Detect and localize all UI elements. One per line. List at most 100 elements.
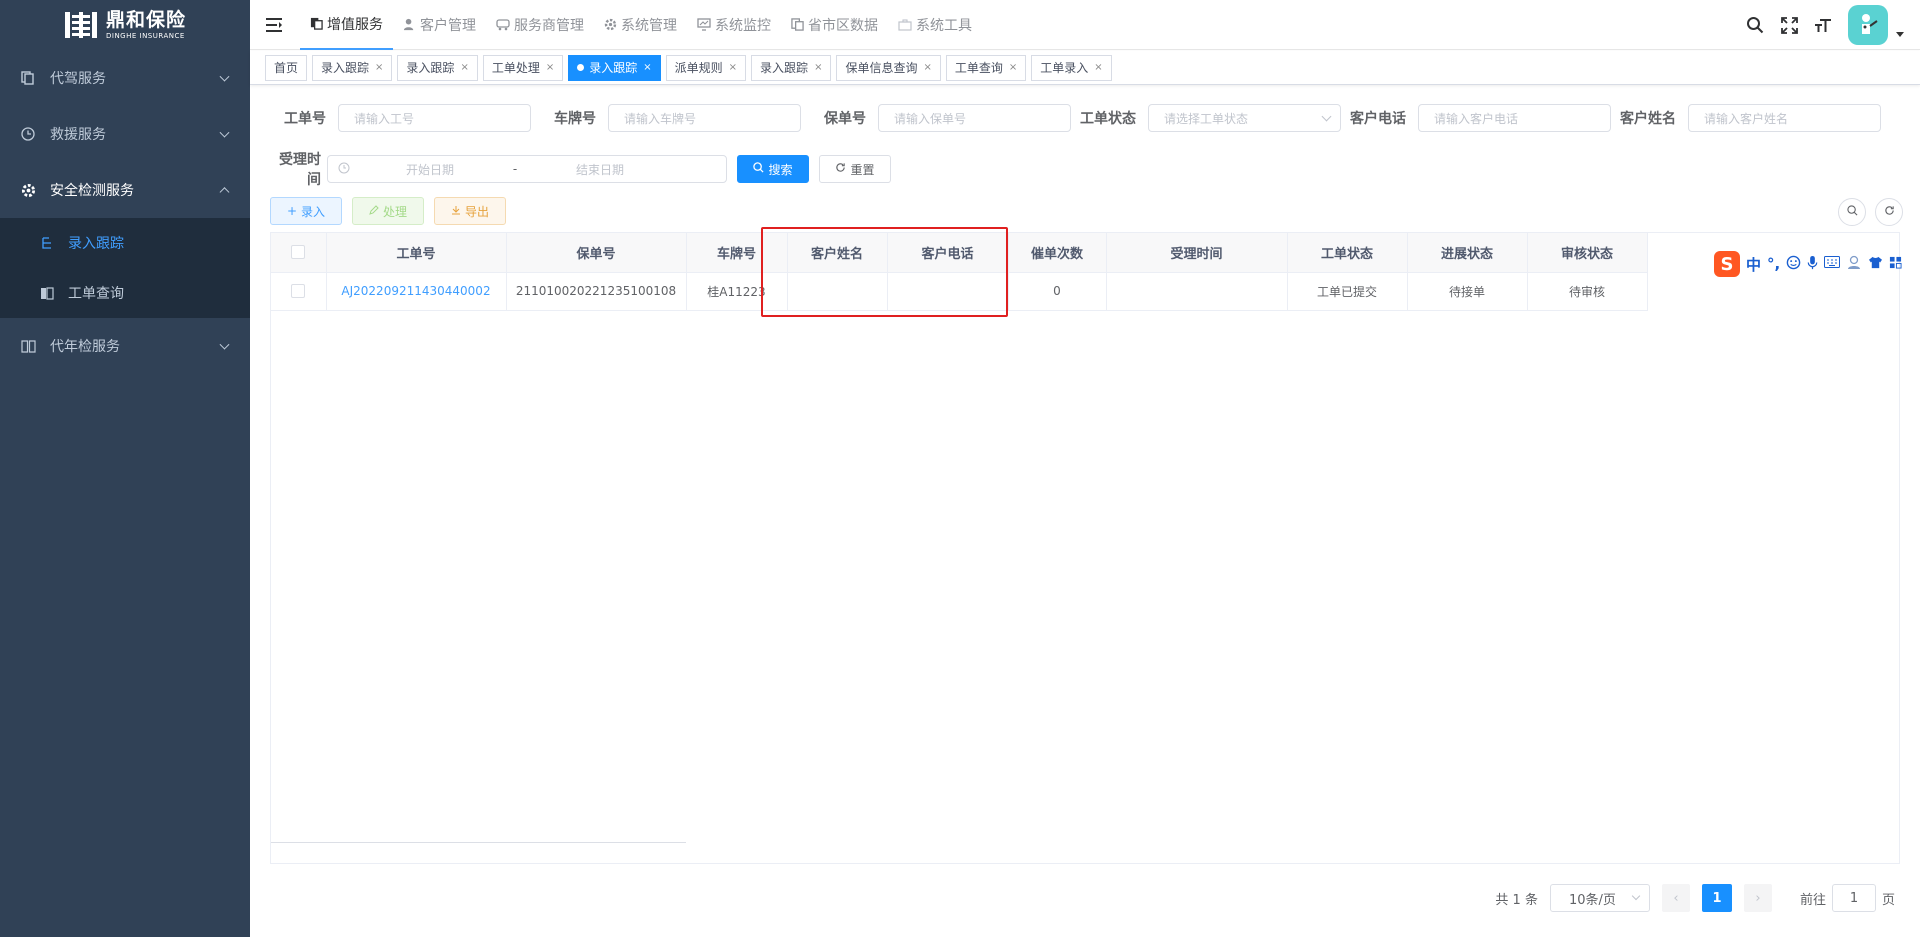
row-select-cell [271,272,327,311]
goto-page-input[interactable]: 1 [1831,884,1876,912]
microphone-icon[interactable] [1807,255,1818,274]
column-header[interactable]: 工单号 [326,233,507,273]
column-header[interactable]: 审核状态 [1527,233,1648,273]
tag-item[interactable]: 录入跟踪 × [312,54,393,81]
sidebar-item-entry-tracking[interactable]: 录入跟踪 [0,218,250,268]
caret-down-icon[interactable] [1896,31,1904,37]
tag-item[interactable]: 工单处理 × [482,54,564,81]
date-range-picker[interactable]: 开始日期 - 结束日期 [327,155,727,183]
close-icon[interactable]: × [1009,62,1017,73]
policy-no-input[interactable]: 请输入保单号 [878,104,1071,132]
start-date-input[interactable]: 开始日期 [360,161,500,178]
copy-icon [310,17,323,30]
close-icon[interactable]: × [923,62,931,73]
name-input[interactable]: 请输入客户姓名 [1688,104,1881,132]
chevron-down-icon [219,127,230,138]
tag-item[interactable]: 保单信息查询 × [836,54,941,81]
monitor-icon [697,18,711,31]
prev-page-button[interactable]: ‹ [1661,884,1690,912]
page-size-select[interactable]: 10条/页 [1549,884,1650,912]
chevron-down-icon [219,71,230,82]
toggle-search-button[interactable] [1838,198,1866,226]
phone-input[interactable]: 请输入客户电话 [1418,104,1611,132]
topnav-provider-management[interactable]: 服务商管理 [486,0,594,50]
grid-menu-icon[interactable] [1889,256,1902,273]
search-icon[interactable] [1738,0,1772,50]
next-page-button[interactable]: › [1743,884,1772,912]
tags-view: 首页 录入跟踪 × 录入跟踪 × 工单处理 × 录入跟踪 × 派单规则 × 录入跟踪 × 保… [250,51,1920,85]
plus-icon: + [286,204,298,218]
top-menu: 增值服务 客户管理 服务商管理 系统管理 系统监控 省市区数据 系统工具 [300,0,982,50]
process-button[interactable]: 处理 [352,197,424,225]
close-icon[interactable]: × [1094,62,1102,73]
close-icon[interactable]: × [643,62,651,73]
close-icon[interactable]: × [546,62,554,73]
pagination-total: 共 1 条 [1495,892,1538,908]
ime-language-toggle[interactable]: 中 [1746,254,1761,275]
chevron-down-icon [1321,111,1332,122]
topnav-label: 系统监控 [715,17,771,34]
sidebar-item-annual-inspection[interactable]: 代年检服务 [0,318,250,374]
gear-icon [604,18,617,31]
topnav-region-data[interactable]: 省市区数据 [781,0,888,50]
export-button[interactable]: 导出 [434,197,506,225]
keyboard-icon[interactable] [1824,256,1841,272]
fullscreen-icon[interactable] [1772,0,1806,50]
end-date-input[interactable]: 结束日期 [530,161,670,178]
skin-icon[interactable] [1868,256,1883,273]
avatar[interactable] [1848,5,1888,45]
tag-item[interactable]: 录入跟踪 × [751,54,832,81]
column-header[interactable]: 保单号 [506,233,687,273]
row-checkbox[interactable] [291,284,306,299]
tag-item-active[interactable]: 录入跟踪 × [568,54,661,81]
refresh-button[interactable] [1875,198,1903,226]
topnav-value-added-services[interactable]: 增值服务 [300,0,393,50]
font-size-icon[interactable] [1806,0,1840,50]
topnav-customer-management[interactable]: 客户管理 [393,0,486,50]
book-open-icon [20,338,36,354]
sidebar-item-rescue[interactable]: 救援服务 [0,106,250,162]
sidebar-item-label: 代驾服务 [50,71,106,87]
hamburger-icon[interactable] [250,0,300,50]
topnav-system-monitor[interactable]: 系统监控 [687,0,781,50]
close-icon[interactable]: × [729,62,737,73]
phone-label: 客户电话 [1350,111,1406,127]
ime-logo-icon[interactable]: S [1714,251,1740,277]
tag-home[interactable]: 首页 [265,54,308,81]
select-all-checkbox[interactable] [291,245,306,260]
topnav-label: 系统工具 [916,17,972,34]
ime-punctuation-toggle[interactable]: °, [1767,255,1780,273]
page-number-current[interactable]: 1 [1701,884,1732,912]
work-no-input[interactable]: 请输入工号 [338,104,531,132]
close-icon[interactable]: × [375,62,383,73]
status-select[interactable]: 请选择工单状态 [1148,104,1341,132]
column-header[interactable]: 受理时间 [1106,233,1288,273]
tag-item[interactable]: 工单查询 × [945,54,1027,81]
assistant-icon[interactable] [1846,255,1862,274]
tag-item[interactable]: 工单录入 × [1031,54,1112,81]
tag-label: 首页 [274,61,299,75]
search-button[interactable]: 搜索 [737,155,809,183]
topnav-system-management[interactable]: 系统管理 [594,0,687,50]
chevron-up-icon [219,187,230,198]
work-no-link[interactable]: AJ202209211430440002 [341,284,490,298]
sidebar-item-designated-driving[interactable]: 代驾服务 [0,50,250,106]
topnav-system-tools[interactable]: 系统工具 [888,0,982,50]
tag-item[interactable]: 派单规则 × [665,54,747,81]
column-header[interactable]: 催单次数 [1008,233,1107,273]
chevron-down-icon [219,339,230,350]
plate-no-input[interactable]: 请输入车牌号 [608,104,801,132]
reset-button[interactable]: 重置 [819,155,891,183]
sidebar-item-safety-inspection[interactable]: 安全检测服务 [0,162,250,218]
emoji-icon[interactable] [1786,255,1801,274]
tag-label: 工单查询 [954,61,1003,75]
column-header[interactable]: 工单状态 [1287,233,1408,273]
tag-item[interactable]: 录入跟踪 × [397,54,478,81]
main-content: 工单号 请输入工号 车牌号 请输入车牌号 保单号 请输入保单号 工单状态 请选择… [250,86,1920,937]
column-header[interactable]: 进展状态 [1407,233,1528,273]
horizontal-scrollbar[interactable] [271,842,686,843]
close-icon[interactable]: × [460,62,468,73]
sidebar-item-work-order-query[interactable]: 工单查询 [0,268,250,318]
add-button[interactable]: + 录入 [270,197,342,225]
close-icon[interactable]: × [814,62,822,73]
